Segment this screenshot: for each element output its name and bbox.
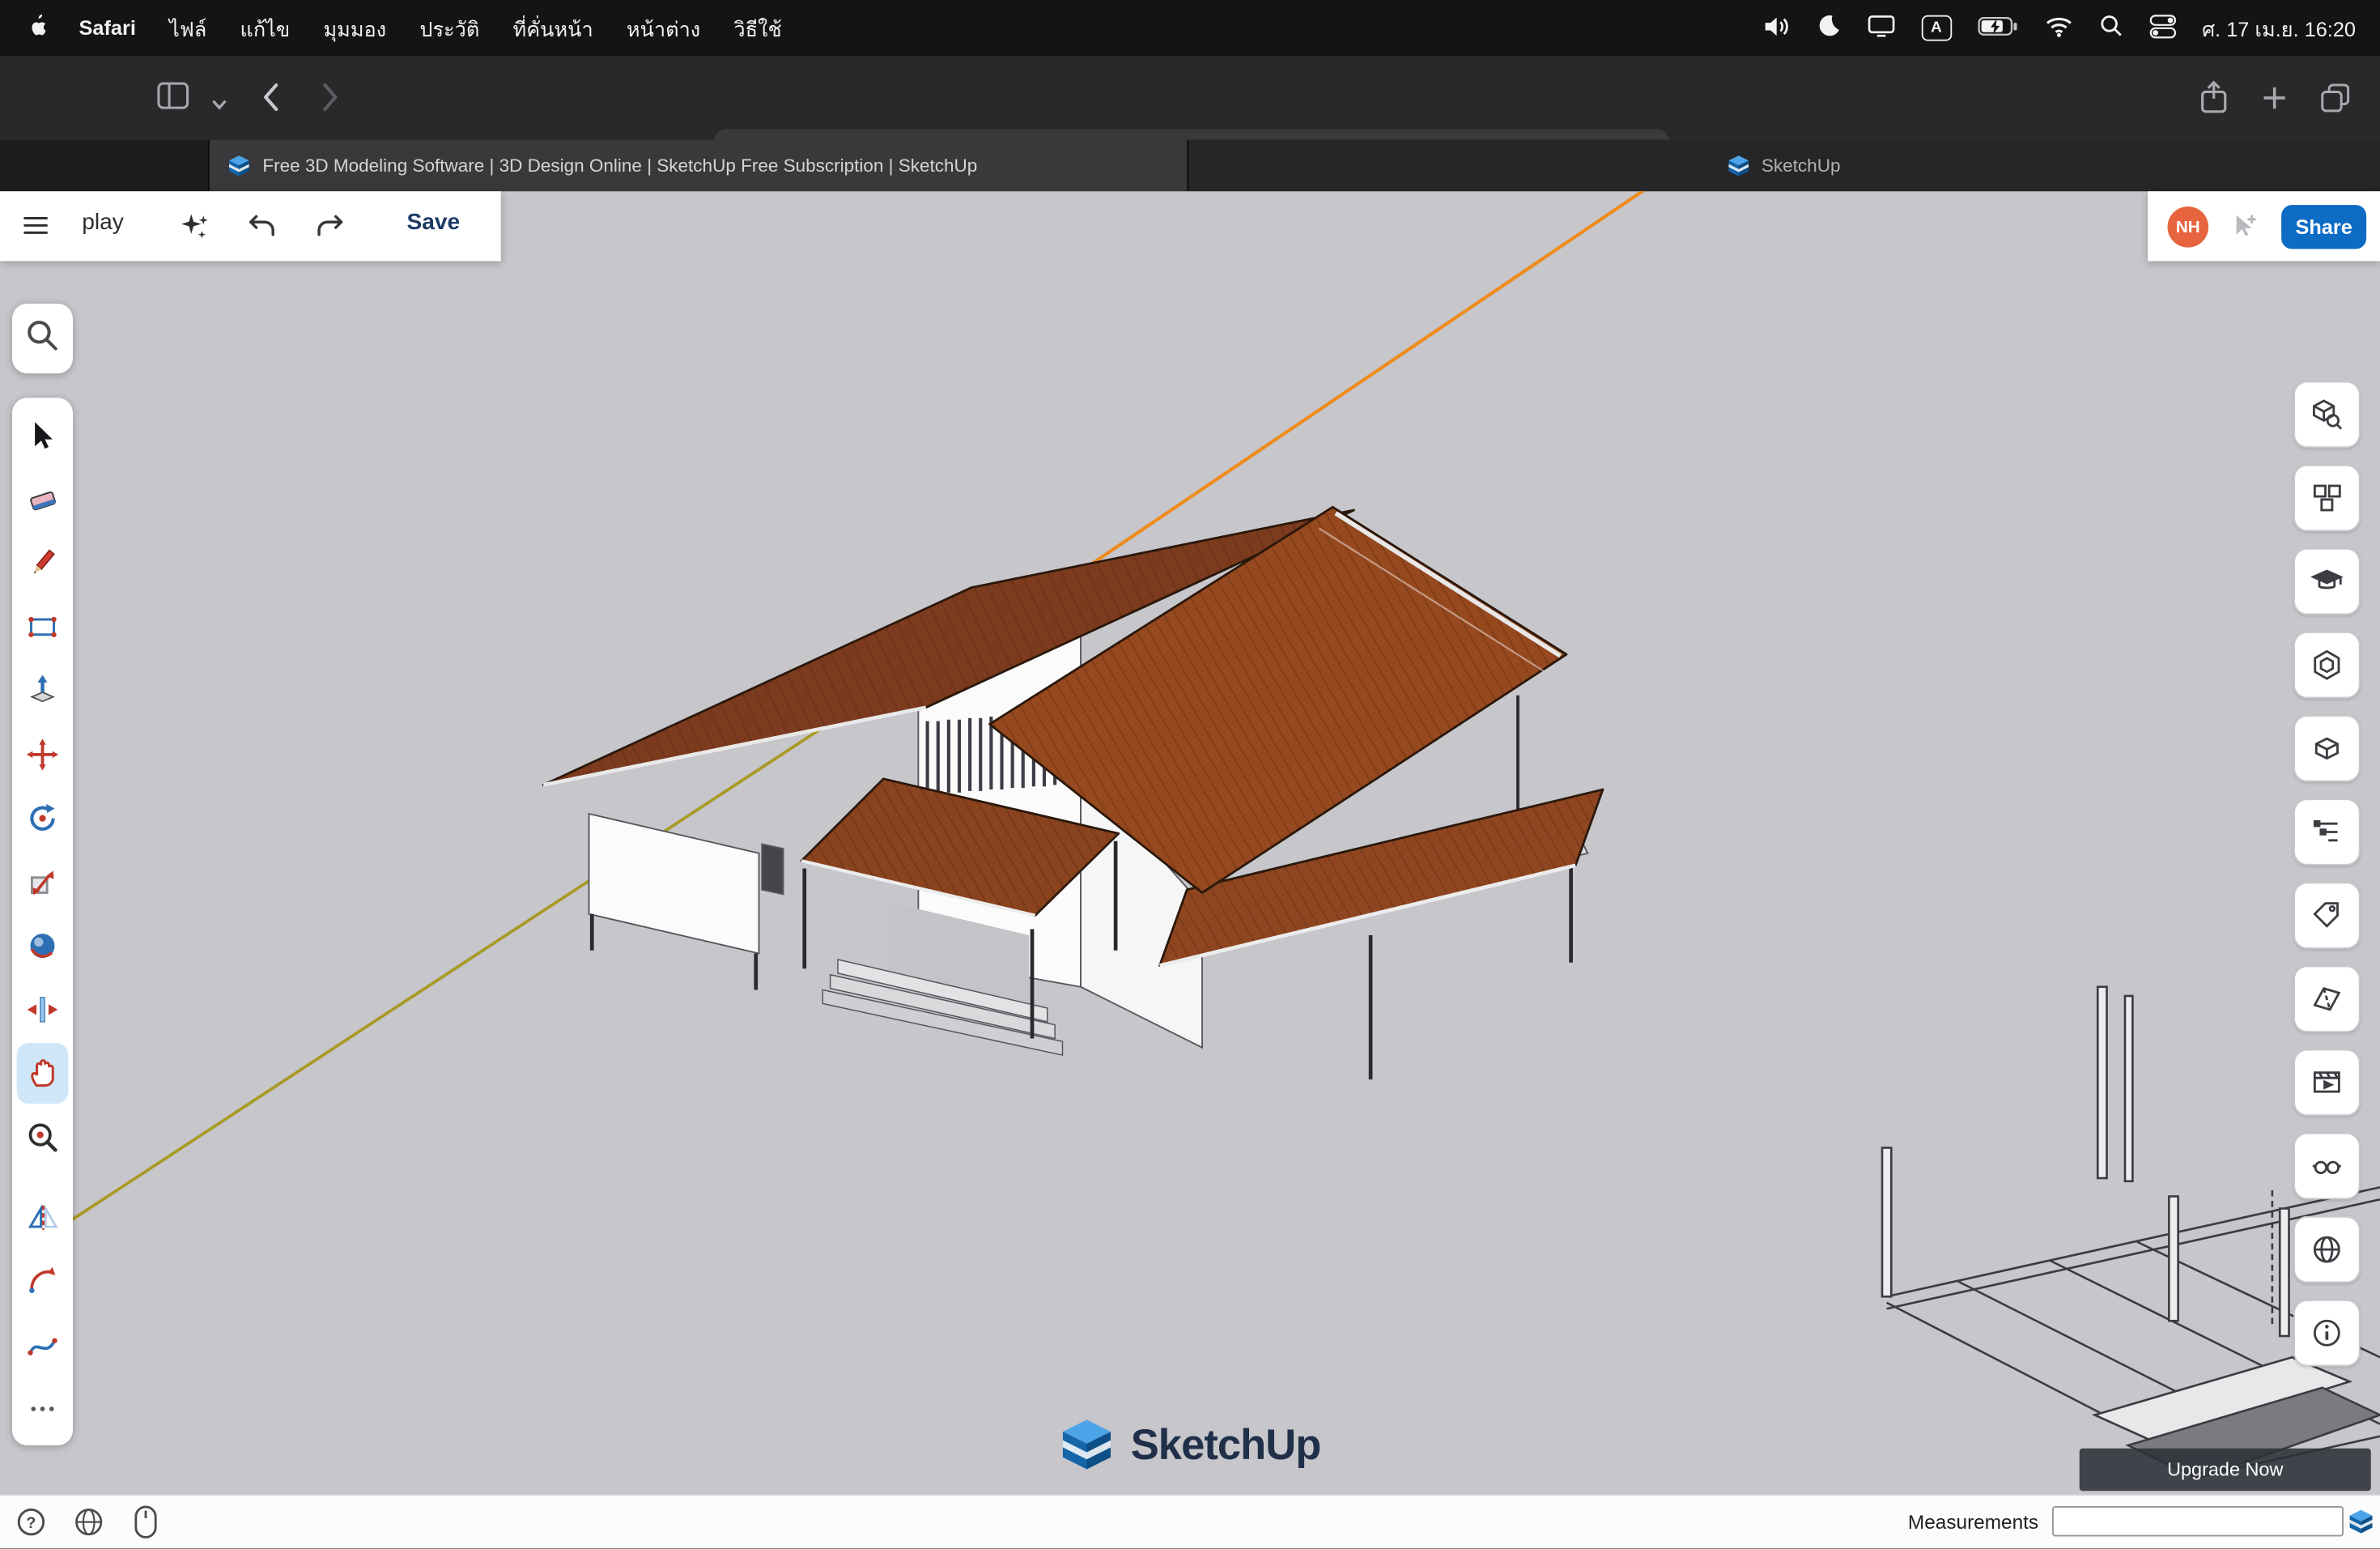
save-button[interactable]: Save (407, 210, 461, 236)
menu-icon[interactable] (19, 211, 51, 248)
forward-icon[interactable] (322, 82, 341, 120)
views-panel-button[interactable] (2293, 715, 2361, 782)
menu-app-name[interactable]: Safari (79, 17, 136, 40)
push-pull-tool-button[interactable] (17, 661, 69, 721)
watermark-text: SketchUp (1131, 1421, 1321, 1470)
mirror-tool-button[interactable] (17, 1187, 69, 1248)
browser-toolbar: app.sketchup.com A (0, 56, 2380, 139)
rotate-tool-button[interactable] (17, 788, 69, 849)
model-info-panel-button[interactable] (2293, 1300, 2361, 1367)
tab-favicon (227, 154, 250, 177)
move-tool-button[interactable] (17, 724, 69, 785)
control-center-icon[interactable] (2148, 13, 2176, 44)
sketchup-workspace: play Save NH Share (0, 191, 2380, 1548)
help-icon[interactable]: ? (15, 1506, 47, 1546)
sketchup-mini-logo (2348, 1509, 2374, 1543)
model-views-panel-button[interactable] (2293, 381, 2361, 449)
svg-text:?: ? (26, 1514, 36, 1532)
status-bar: ? Measurements (0, 1494, 2380, 1549)
dark-mode-moon-icon[interactable] (1817, 14, 1841, 43)
canvas-3d-scene[interactable] (0, 191, 2380, 1548)
scale-tool-button[interactable] (17, 852, 69, 913)
house-model[interactable] (543, 507, 1603, 1079)
measurements-input[interactable] (2052, 1506, 2344, 1537)
wifi-icon[interactable] (2044, 15, 2073, 42)
tab-title: Free 3D Modeling Software | 3D Design On… (262, 155, 977, 176)
search-tool-button[interactable] (12, 304, 73, 373)
menu-item-edit[interactable]: แก้ไข (240, 11, 291, 45)
tab-sketchup-free[interactable]: Free 3D Modeling Software | 3D Design On… (208, 140, 1188, 192)
share-icon[interactable] (2199, 79, 2229, 123)
tab-title: SketchUp (1762, 155, 1841, 176)
geolocation-panel-button[interactable] (2293, 1216, 2361, 1283)
pan-tool-button[interactable] (17, 1043, 69, 1104)
menu-item-view[interactable]: มุมมอง (323, 11, 386, 45)
new-tab-icon[interactable] (2262, 85, 2288, 118)
input-source-badge[interactable]: A (1921, 15, 1952, 41)
flip-tool-button[interactable] (17, 979, 69, 1040)
undo-icon[interactable] (244, 210, 279, 251)
styles-panel-button[interactable] (2293, 632, 2361, 699)
macos-menu-bar: Safari ไฟล์ แก้ไข มุมมอง ประวัติ ที่คั่น… (0, 0, 2380, 56)
battery-icon[interactable] (1978, 16, 2019, 40)
redo-icon[interactable] (312, 210, 347, 251)
overlays-panel-button[interactable] (2293, 1133, 2361, 1200)
outliner-panel-button[interactable] (2293, 798, 2361, 866)
spotlight-search-icon[interactable] (2099, 14, 2123, 43)
menu-bar-clock[interactable]: ศ. 17 เม.ย. 16:20 (2202, 11, 2356, 45)
avatar[interactable]: NH (2168, 206, 2209, 248)
menu-item-bookmarks[interactable]: ที่คั่นหน้า (513, 11, 593, 45)
file-name[interactable]: play (82, 210, 124, 236)
shape-tool-button[interactable] (17, 597, 69, 657)
scenes-panel-button[interactable] (2293, 1049, 2361, 1117)
menu-item-file[interactable]: ไฟล์ (169, 11, 206, 45)
sidebar-icon[interactable] (156, 80, 189, 118)
language-globe-icon[interactable] (73, 1506, 104, 1546)
apple-menu-icon[interactable] (24, 13, 45, 44)
header-right-panel: NH Share (2148, 191, 2380, 261)
freehand-tool-button[interactable] (17, 1315, 69, 1376)
sparkles-icon[interactable] (176, 208, 213, 252)
arc-tool-button[interactable] (17, 1251, 69, 1312)
components-panel-button[interactable] (2293, 465, 2361, 532)
sketchup-logo (1060, 1415, 1115, 1476)
menu-item-history[interactable]: ประวัติ (419, 11, 479, 45)
soften-edges-panel-button[interactable] (2293, 966, 2361, 1033)
left-tool-palette (12, 398, 73, 1445)
search-icon (23, 315, 62, 362)
menu-item-help[interactable]: วิธีใช้ (733, 11, 781, 45)
instructor-panel-button[interactable] (2293, 548, 2361, 615)
volume-icon[interactable] (1762, 13, 1791, 44)
upgrade-now-button[interactable]: Upgrade Now (2080, 1449, 2371, 1492)
tab-sketchup[interactable]: SketchUp (1188, 140, 2380, 192)
screen: Safari ไฟล์ แก้ไข มุมมอง ประวัติ ที่คั่น… (0, 0, 2380, 1549)
menu-item-window[interactable]: หน้าต่าง (627, 11, 700, 45)
sketchup-watermark: SketchUp (0, 1415, 2380, 1476)
paint-tool-button[interactable] (17, 916, 69, 977)
tab-overview-icon[interactable] (2319, 82, 2351, 121)
zoom-tool-button[interactable] (17, 1107, 69, 1168)
select-tool-button[interactable] (17, 406, 69, 466)
top-toolbar: play Save (0, 191, 501, 261)
back-icon[interactable] (261, 82, 280, 120)
line-tool-button[interactable] (17, 533, 69, 594)
right-panel-column (2293, 381, 2361, 1367)
tags-panel-button[interactable] (2293, 882, 2361, 949)
cursor-add-icon[interactable] (2227, 210, 2260, 251)
share-button[interactable]: Share (2281, 205, 2366, 249)
eraser-tool-button[interactable] (17, 469, 69, 530)
browser-tab-bar: Free 3D Modeling Software | 3D Design On… (0, 140, 2380, 192)
tab-favicon (1728, 154, 1751, 177)
display-icon[interactable] (1867, 14, 1896, 43)
chevron-down-icon[interactable] (211, 91, 228, 119)
mouse-settings-icon[interactable] (134, 1504, 158, 1547)
measurements-label: Measurements (1908, 1511, 2038, 1534)
